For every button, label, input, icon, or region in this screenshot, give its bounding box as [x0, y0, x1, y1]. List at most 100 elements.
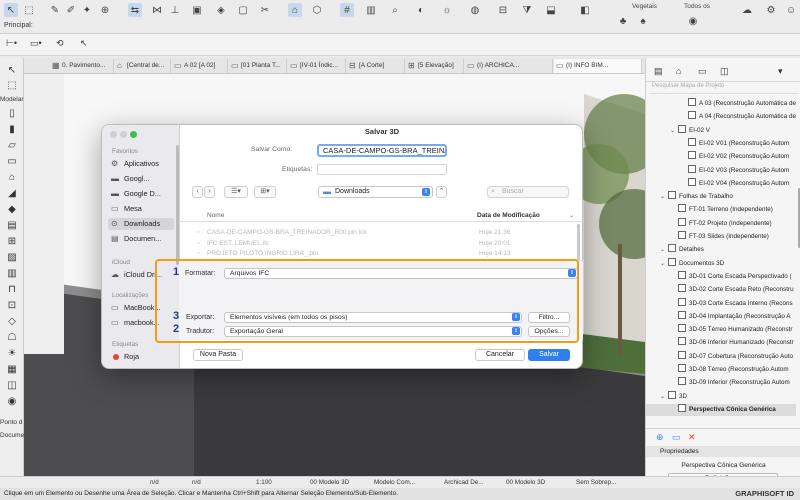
zoom-window-icon[interactable]: [130, 131, 137, 138]
suspend-groups-icon[interactable]: ▣: [190, 3, 204, 17]
rotate-icon[interactable]: ⟲: [56, 38, 64, 49]
pointer-icon[interactable]: ↖: [80, 38, 88, 49]
arrow-tool-icon[interactable]: ↖: [4, 3, 18, 17]
publisher-icon[interactable]: ◫: [720, 66, 729, 77]
lamp-tool-icon[interactable]: ☀: [5, 348, 19, 360]
arrow-tool-icon[interactable]: ↖: [5, 65, 19, 77]
object-tool-icon[interactable]: ☖: [5, 332, 19, 344]
file-row[interactable]: ▫ PROJETO PILOTO INGRID LIRA_.pln Hoje 14:…: [179, 249, 579, 259]
chevron-down-icon[interactable]: ⌄: [660, 391, 668, 403]
nav-view-item[interactable]: 3D-04 Implantação (Reconstrução A: [646, 310, 796, 323]
sidebar-item[interactable]: ▬ Google D...: [108, 188, 174, 200]
tree-icon[interactable]: ♣: [616, 14, 630, 28]
date-column-header[interactable]: Data de Modificação: [477, 210, 540, 222]
filter-button[interactable]: Filtro...: [528, 312, 570, 323]
settings-icon[interactable]: ⚙: [764, 3, 778, 17]
marquee-tool-icon[interactable]: ⬚: [5, 80, 19, 92]
guide-lines-icon[interactable]: ⇆: [128, 3, 142, 17]
nav-view-item[interactable]: 3D-01 Corte Escada Perspectivado (: [646, 270, 796, 283]
translator-dropdown[interactable]: Exportação Geral ⇕: [224, 326, 522, 337]
chevron-down-icon[interactable]: ▾: [778, 66, 783, 77]
nav-view-item[interactable]: A 03 (Reconstrução Automática de: [646, 98, 796, 110]
sidebar-item[interactable]: ▭ MacBook...: [108, 302, 174, 314]
tab-planta[interactable]: ▭ [01 Planta T...: [229, 59, 287, 73]
file-row[interactable]: ▫ IFC EST. LEMUEL.ifc Hoje 20:01: [179, 239, 579, 249]
sidebar-item[interactable]: ▤ Documen...: [108, 233, 174, 245]
save-button[interactable]: Salvar: [528, 349, 570, 361]
walls-icon[interactable]: ▥: [364, 3, 378, 17]
search-input[interactable]: ⌕ Buscar: [487, 186, 569, 198]
add-icon[interactable]: ⊕: [656, 432, 664, 443]
sidebar-item[interactable]: ▭ Mesa: [108, 203, 174, 215]
railing-tool-icon[interactable]: ⊞: [5, 236, 19, 248]
expand-button[interactable]: ⌃: [436, 186, 447, 198]
perspective-icon[interactable]: ⌂: [288, 3, 302, 17]
minimize-window-icon[interactable]: [120, 131, 127, 138]
magic-wand-icon[interactable]: ✦: [80, 3, 94, 17]
gravity-icon[interactable]: ⊥: [168, 3, 182, 17]
project-map-icon[interactable]: ▤: [654, 66, 663, 77]
export-dropdown[interactable]: Elementos visíveis (em todos os pisos) ⇕: [224, 312, 522, 323]
nav-folder-item[interactable]: ⌄ EI-02 V: [646, 124, 796, 137]
chevron-down-icon[interactable]: ⌄: [660, 191, 668, 203]
nav-view-item[interactable]: Perspectiva Cônica Genérica: [646, 403, 796, 416]
link-icon[interactable]: ⊕: [98, 3, 112, 17]
chevron-down-icon[interactable]: ⌄: [660, 244, 668, 256]
nav-view-item[interactable]: FT-01 Terreno (Independente): [646, 204, 796, 216]
file-list-scrollbar[interactable]: [577, 224, 580, 264]
section-icon[interactable]: ⊟: [496, 3, 510, 17]
object-box-icon[interactable]: ▢: [236, 3, 250, 17]
nav-view-item[interactable]: FT-03 Slides (Independente): [646, 231, 796, 243]
paint-bucket-icon[interactable]: ◐: [414, 3, 428, 17]
render-icon[interactable]: ◍: [468, 3, 482, 17]
layout-book-icon[interactable]: ▭: [698, 66, 707, 77]
tab-a02[interactable]: ▭ A 02 [A 02]: [172, 59, 228, 73]
file-row[interactable]: ▫ CASA-DE-CAMPO-GS-BRA_TREINADOR_R00.pln.…: [179, 228, 579, 238]
nav-view-item[interactable]: 3D-06 Inferior Humanizado (Reconstr: [646, 337, 796, 349]
sidebar-item[interactable]: ☁ iCloud Dri...: [108, 269, 174, 281]
back-button[interactable]: ‹: [192, 186, 203, 198]
box-icon[interactable]: ⬓: [544, 3, 558, 17]
snap-guides-icon[interactable]: ⋈: [150, 3, 164, 17]
name-column-header[interactable]: Nome: [207, 210, 224, 222]
magnifier-icon[interactable]: ⌕: [388, 3, 402, 17]
forward-button[interactable]: ›: [204, 186, 215, 198]
beam-tool-icon[interactable]: ▱: [5, 140, 19, 152]
options-button[interactable]: Opções...: [528, 326, 570, 337]
nav-view-item[interactable]: 3D-02 Corte Escada Reto (Reconstru: [646, 284, 796, 296]
nav-view-item[interactable]: EI-02 V04 (Reconstrução Autom: [646, 177, 796, 190]
tab-info-bim[interactable]: ▭ (I) INFO BIM...: [554, 59, 642, 73]
sidebar-item[interactable]: Roja: [108, 351, 174, 363]
chevron-down-icon[interactable]: ⌄: [660, 258, 668, 270]
grid-view-button[interactable]: ⊞▾: [254, 186, 276, 198]
eye-icon[interactable]: ◉: [686, 14, 700, 28]
snap-grid-icon[interactable]: #: [340, 3, 354, 17]
list-view-button[interactable]: ☰▾: [224, 186, 248, 198]
nav-view-item[interactable]: EI-02 V02 (Reconstrução Autom: [646, 151, 796, 163]
nav-view-item[interactable]: EI-02 V01 (Reconstrução Autom: [646, 137, 796, 150]
door-tool-icon[interactable]: ⊓: [5, 284, 19, 296]
sidebar-item[interactable]: ▭ macbook...: [108, 317, 174, 329]
eyedropper-icon[interactable]: ✎: [48, 3, 62, 17]
stair-tool-icon[interactable]: ▤: [5, 220, 19, 232]
tab-indice[interactable]: ▭ [IV-01 Índic...: [288, 59, 346, 73]
roof-tool-icon[interactable]: ⌂: [5, 172, 19, 184]
shell-tool-icon[interactable]: ◢: [5, 188, 19, 200]
tags-input[interactable]: [317, 164, 447, 175]
tab-central[interactable]: ⌂ [Central de...: [115, 59, 171, 73]
format-dropdown[interactable]: Arquivos IFC ⇕: [224, 268, 578, 279]
curtain-wall-icon[interactable]: ▥: [5, 268, 19, 280]
zone-tool-icon[interactable]: ▦: [5, 364, 19, 376]
filter-icon[interactable]: ⧩: [520, 3, 534, 17]
close-window-icon[interactable]: [110, 131, 117, 138]
slab-tool-icon[interactable]: ▭: [5, 156, 19, 168]
graphisoft-id-logo[interactable]: GRAPHISOFT ID: [735, 488, 794, 500]
sidebar-item[interactable]: ⚙ Aplicativos: [108, 158, 174, 170]
nav-view-item[interactable]: FT-02 Projeto (Independente): [646, 217, 796, 230]
trim-icon[interactable]: ✂: [258, 3, 272, 17]
layers-icon[interactable]: ◈: [214, 3, 228, 17]
nav-view-item[interactable]: A 04 (Reconstrução Automática de: [646, 111, 796, 123]
new-folder-button[interactable]: Nova Pasta: [193, 349, 243, 361]
skylight-tool-icon[interactable]: ◇: [5, 316, 19, 328]
cube-icon[interactable]: ◧: [578, 3, 592, 17]
